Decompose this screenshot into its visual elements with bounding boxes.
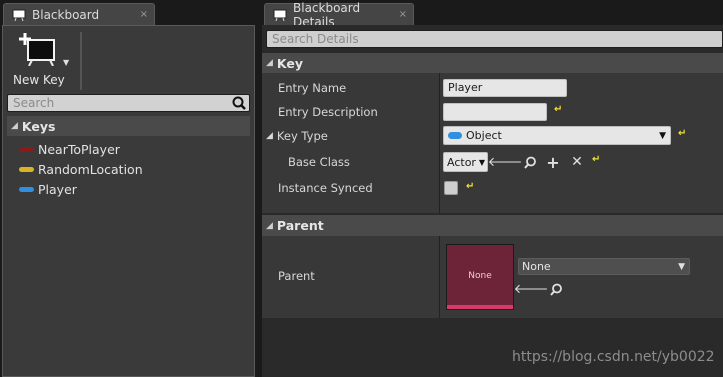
add-icon[interactable]: + xyxy=(546,153,560,172)
list-item[interactable]: Player xyxy=(19,179,249,199)
parent-thumbnail[interactable]: None xyxy=(446,244,514,310)
close-icon[interactable]: × xyxy=(399,9,407,20)
key-name: RandomLocation xyxy=(38,161,143,177)
parent-label: Parent xyxy=(278,269,315,283)
tab-blackboard[interactable]: Blackboard × xyxy=(3,3,155,25)
clear-icon[interactable]: ✕ xyxy=(570,153,584,171)
thumbnail-color-bar xyxy=(447,305,513,309)
key-type-pill-icon xyxy=(19,146,34,152)
reset-to-default-icon[interactable]: ↵ xyxy=(466,181,474,192)
parent-dropdown[interactable]: None ▼ xyxy=(518,258,690,275)
chevron-down-icon: ▼ xyxy=(478,157,485,167)
browse-search-icon[interactable] xyxy=(522,153,538,171)
entry-name-label: Entry Name xyxy=(278,81,347,95)
use-selected-arrow-icon[interactable]: 🡐 xyxy=(514,281,549,297)
key-type-label: Key Type xyxy=(276,129,328,143)
toolbar-separator xyxy=(80,32,82,90)
search-icon xyxy=(232,96,246,114)
key-name: NearToPlayer xyxy=(38,141,120,157)
parent-section-body: Parent None None ▼ 🡐 xyxy=(262,236,723,318)
key-type-row: ◢ Key Type xyxy=(266,127,328,145)
details-search-input[interactable]: Search Details xyxy=(266,30,723,48)
keys-section-title: Keys xyxy=(21,118,56,134)
reset-to-default-icon[interactable]: ↵ xyxy=(592,154,600,165)
list-item[interactable]: NearToPlayer xyxy=(19,139,249,159)
entry-description-row: Entry Description xyxy=(278,103,378,121)
key-type-pill-icon xyxy=(19,166,34,172)
keys-list: NearToPlayer RandomLocation Player xyxy=(19,139,249,199)
instance-synced-label: Instance Synced xyxy=(278,181,373,195)
column-divider xyxy=(439,236,440,318)
details-search-placeholder: Search Details xyxy=(272,32,359,46)
use-selected-arrow-icon[interactable]: 🡐 xyxy=(488,153,523,171)
tab-blackboard-details[interactable]: Blackboard Details × xyxy=(264,1,414,29)
keys-section-header[interactable]: ◢ Keys xyxy=(7,116,250,136)
object-pill-icon xyxy=(448,132,462,139)
key-name: Player xyxy=(38,181,77,197)
chevron-down-icon[interactable]: ▼ xyxy=(63,58,69,67)
collapse-triangle-icon[interactable]: ◢ xyxy=(266,131,273,141)
blackboard-panel: ▼ New Key Search ◢ Keys NearToPlayer Ran… xyxy=(2,25,255,377)
parent-section-title: Parent xyxy=(276,218,324,233)
blackboard-icon xyxy=(12,9,26,21)
browse-search-icon[interactable] xyxy=(548,281,564,297)
key-type-dropdown[interactable]: Object ▼ xyxy=(443,126,671,145)
details-panel: Search Details ◢ Key Entry Name Player E… xyxy=(262,25,723,377)
reset-to-default-icon[interactable]: ↵ xyxy=(554,104,562,115)
base-class-value: Actor xyxy=(447,155,476,169)
chevron-down-icon: ▼ xyxy=(659,130,666,141)
instance-synced-row: Instance Synced xyxy=(278,179,373,197)
list-item[interactable]: RandomLocation xyxy=(19,159,249,179)
instance-synced-checkbox[interactable] xyxy=(444,181,458,195)
key-section-title: Key xyxy=(276,55,304,71)
watermark-text: https://blog.csdn.net/yb0022 xyxy=(512,349,715,365)
entry-description-field[interactable] xyxy=(443,103,547,121)
parent-row: Parent xyxy=(278,267,315,285)
entry-description-label: Entry Description xyxy=(278,105,378,119)
new-key-icon xyxy=(15,32,63,69)
collapse-triangle-icon[interactable]: ◢ xyxy=(266,221,273,231)
close-icon[interactable]: × xyxy=(140,9,148,20)
parent-section-header[interactable]: ◢ Parent xyxy=(262,215,723,236)
reset-to-default-icon[interactable]: ↵ xyxy=(678,128,686,139)
base-class-row: Base Class xyxy=(288,153,350,171)
key-type-value: Object xyxy=(466,129,502,142)
entry-name-field[interactable]: Player xyxy=(443,79,567,97)
key-type-pill-icon xyxy=(19,186,34,192)
collapse-triangle-icon[interactable]: ◢ xyxy=(266,58,273,68)
thumbnail-label: None xyxy=(468,271,492,281)
new-key-label: New Key xyxy=(13,73,65,87)
base-class-dropdown[interactable]: Actor ▼ xyxy=(443,152,488,172)
key-section-body: Entry Name Player Entry Description ↵ ◢ … xyxy=(262,73,723,213)
search-placeholder: Search xyxy=(13,96,55,110)
new-key-button[interactable]: ▼ New Key xyxy=(11,32,71,90)
chevron-down-icon: ▼ xyxy=(678,261,685,272)
column-divider xyxy=(439,73,440,213)
tab-blackboard-label: Blackboard xyxy=(32,7,100,22)
base-class-label: Base Class xyxy=(288,155,350,169)
parent-value: None xyxy=(522,260,551,273)
blackboard-icon xyxy=(273,9,287,21)
collapse-triangle-icon[interactable]: ◢ xyxy=(11,121,18,131)
key-section-header[interactable]: ◢ Key xyxy=(262,53,723,73)
entry-name-row: Entry Name xyxy=(278,79,346,97)
keys-search-input[interactable]: Search xyxy=(7,94,250,112)
